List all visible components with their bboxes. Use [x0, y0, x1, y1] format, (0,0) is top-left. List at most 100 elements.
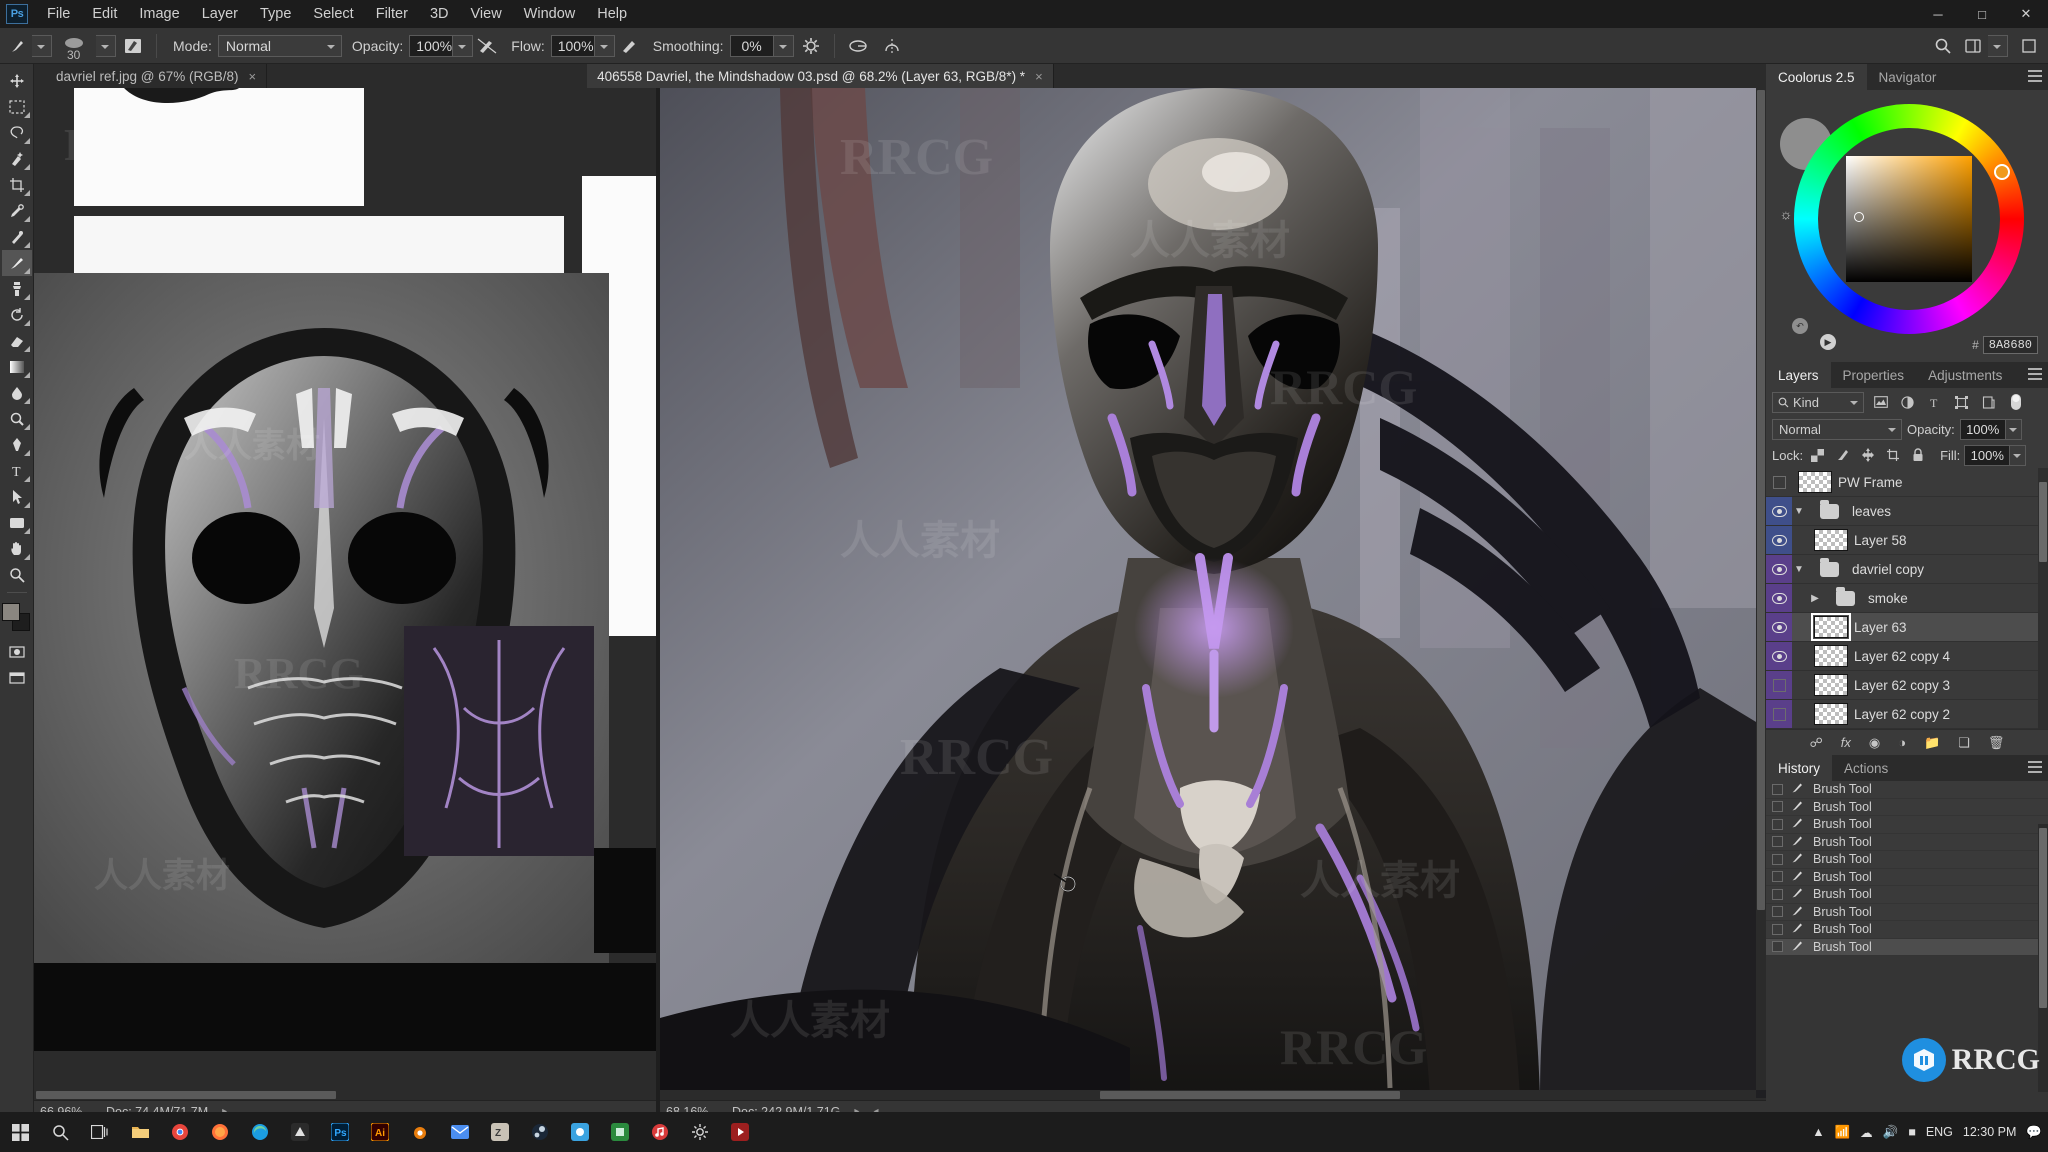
tool-clone-stamp[interactable]: [2, 276, 32, 302]
layer-visibility-toggle[interactable]: [1766, 555, 1792, 584]
brush-settings-panel-icon[interactable]: [116, 32, 150, 60]
brightness-icon[interactable]: ☼: [1778, 206, 1794, 222]
tool-eraser[interactable]: [2, 328, 32, 354]
tool-gradient[interactable]: [2, 354, 32, 380]
menu-help[interactable]: Help: [586, 0, 638, 28]
search-icon[interactable]: [1928, 32, 1958, 60]
layer-opacity-input[interactable]: 100%: [1959, 418, 2006, 440]
tool-brush[interactable]: [1, 250, 32, 276]
foreground-color-swatch[interactable]: [1, 603, 20, 621]
reference-horizontal-scrollbar[interactable]: [34, 1090, 656, 1100]
panel-menu-icon[interactable]: [2028, 70, 2042, 85]
blend-mode-select[interactable]: Normal: [217, 34, 342, 57]
tab-layers[interactable]: Layers: [1766, 362, 1831, 388]
menu-filter[interactable]: Filter: [365, 0, 419, 28]
layer-visibility-toggle[interactable]: [1766, 584, 1792, 613]
airbrush-icon[interactable]: [615, 32, 643, 60]
start-icon[interactable]: [0, 1112, 40, 1152]
menu-layer[interactable]: Layer: [191, 0, 249, 28]
app-icon-1[interactable]: [280, 1112, 320, 1152]
tab-history[interactable]: History: [1766, 755, 1833, 781]
layer-row[interactable]: ▶ smoke: [1766, 584, 2048, 613]
brush-angle-icon[interactable]: [841, 32, 875, 60]
search-icon[interactable]: [40, 1112, 80, 1152]
firefox-icon[interactable]: [200, 1112, 240, 1152]
layer-mask-icon[interactable]: ◉: [1869, 735, 1880, 751]
history-row[interactable]: Brush Tool: [1766, 851, 2048, 869]
history-snapshot-checkbox[interactable]: [1772, 801, 1783, 813]
document-tab-mindshadow[interactable]: 406558 Davriel, the Mindshadow 03.psd @ …: [587, 64, 1054, 88]
mail-icon[interactable]: [440, 1112, 480, 1152]
language-indicator[interactable]: ENG: [1926, 1125, 1953, 1139]
history-snapshot-checkbox[interactable]: [1772, 836, 1783, 848]
tool-shape[interactable]: [2, 510, 32, 536]
flow-caret[interactable]: [594, 34, 615, 57]
close-icon[interactable]: ×: [249, 69, 257, 84]
filter-toggle-icon[interactable]: [2005, 392, 2026, 413]
layer-row[interactable]: Layer 62 copy 4: [1766, 642, 2048, 671]
layer-fill-input[interactable]: 100%: [1964, 444, 2011, 466]
layer-thumbnail[interactable]: [1808, 645, 1854, 667]
history-row[interactable]: Brush Tool: [1766, 781, 2048, 799]
illustrator-icon[interactable]: Ai: [360, 1112, 400, 1152]
opacity-input[interactable]: 100%: [409, 34, 454, 57]
history-snapshot-checkbox[interactable]: [1772, 871, 1783, 883]
play-icon[interactable]: ▶: [1820, 334, 1836, 350]
layer-visibility-toggle[interactable]: [1766, 497, 1792, 526]
layer-row[interactable]: Layer 63: [1766, 613, 2048, 642]
smoothing-input[interactable]: 0%: [729, 34, 774, 57]
history-row[interactable]: Brush Tool: [1766, 869, 2048, 886]
menu-type[interactable]: Type: [249, 0, 302, 28]
layer-fill-caret[interactable]: [2010, 444, 2027, 466]
layer-visibility-toggle[interactable]: [1766, 526, 1792, 555]
menu-window[interactable]: Window: [513, 0, 587, 28]
layer-row[interactable]: Layer 58: [1766, 526, 2048, 555]
tool-path-selection[interactable]: [2, 484, 32, 510]
panel-expand-icon[interactable]: [2014, 32, 2044, 60]
document-pane-reference[interactable]: RRCG 人人素材 RRCG 人人素材 66.96% Doc: 74.4M/71…: [34, 88, 658, 1122]
tool-marquee[interactable]: [2, 94, 32, 120]
history-snapshot-checkbox[interactable]: [1772, 906, 1783, 918]
layer-thumbnail[interactable]: [1806, 557, 1852, 577]
substance-icon[interactable]: [560, 1112, 600, 1152]
photoshop-icon[interactable]: Ps: [320, 1112, 360, 1152]
brush-tool-preset-caret[interactable]: [32, 34, 52, 57]
layer-visibility-toggle[interactable]: [1766, 671, 1792, 700]
settings-icon[interactable]: [680, 1112, 720, 1152]
layer-thumbnail[interactable]: [1808, 529, 1854, 551]
layer-visibility-toggle[interactable]: [1766, 613, 1792, 642]
cloud-icon[interactable]: ☁: [1860, 1125, 1873, 1140]
layer-thumbnail[interactable]: [1822, 586, 1868, 606]
tool-lasso[interactable]: [2, 120, 32, 146]
tab-coolorus[interactable]: Coolorus 2.5: [1766, 64, 1867, 90]
tab-adjustments[interactable]: Adjustments: [1916, 362, 2014, 388]
menu-view[interactable]: View: [460, 0, 513, 28]
lock-artboard-icon[interactable]: [1882, 445, 1903, 466]
zbrush-icon[interactable]: Z: [480, 1112, 520, 1152]
panel-menu-icon[interactable]: [2028, 761, 2042, 776]
layer-opacity-caret[interactable]: [2005, 418, 2022, 440]
tool-crop[interactable]: [2, 172, 32, 198]
delete-layer-icon[interactable]: 🗑: [1988, 735, 2005, 751]
clock[interactable]: 12:30 PM: [1963, 1125, 2017, 1139]
store-icon[interactable]: [600, 1112, 640, 1152]
lock-image-pixels-icon[interactable]: [1832, 445, 1853, 466]
coolorus-panel[interactable]: ⇄ ☼ ↶ ▶ # 8A8680: [1766, 90, 2048, 362]
tool-move[interactable]: [2, 68, 32, 94]
history-snapshot-checkbox[interactable]: [1772, 783, 1783, 795]
history-row[interactable]: Brush Tool: [1766, 816, 2048, 834]
tool-healing-brush[interactable]: [2, 224, 32, 250]
artwork-vertical-scrollbar[interactable]: [1756, 88, 1766, 1090]
brush-tool-icon[interactable]: [4, 32, 32, 60]
history-row[interactable]: Brush Tool: [1766, 921, 2048, 939]
tool-quick-selection[interactable]: [2, 146, 32, 172]
layer-thumbnail[interactable]: [1808, 703, 1854, 725]
menu-file[interactable]: File: [36, 0, 81, 28]
workspace-caret[interactable]: [1988, 34, 2008, 57]
history-panel[interactable]: Brush Tool Brush Tool Brush Tool Brush Tool…: [1766, 781, 2048, 956]
opacity-caret[interactable]: [453, 34, 474, 57]
history-snapshot-checkbox[interactable]: [1772, 853, 1783, 865]
group-twirl-icon[interactable]: ▶: [1808, 593, 1822, 604]
group-twirl-icon[interactable]: ▼: [1792, 506, 1806, 517]
minimize-button[interactable]: ─: [1916, 0, 1960, 28]
